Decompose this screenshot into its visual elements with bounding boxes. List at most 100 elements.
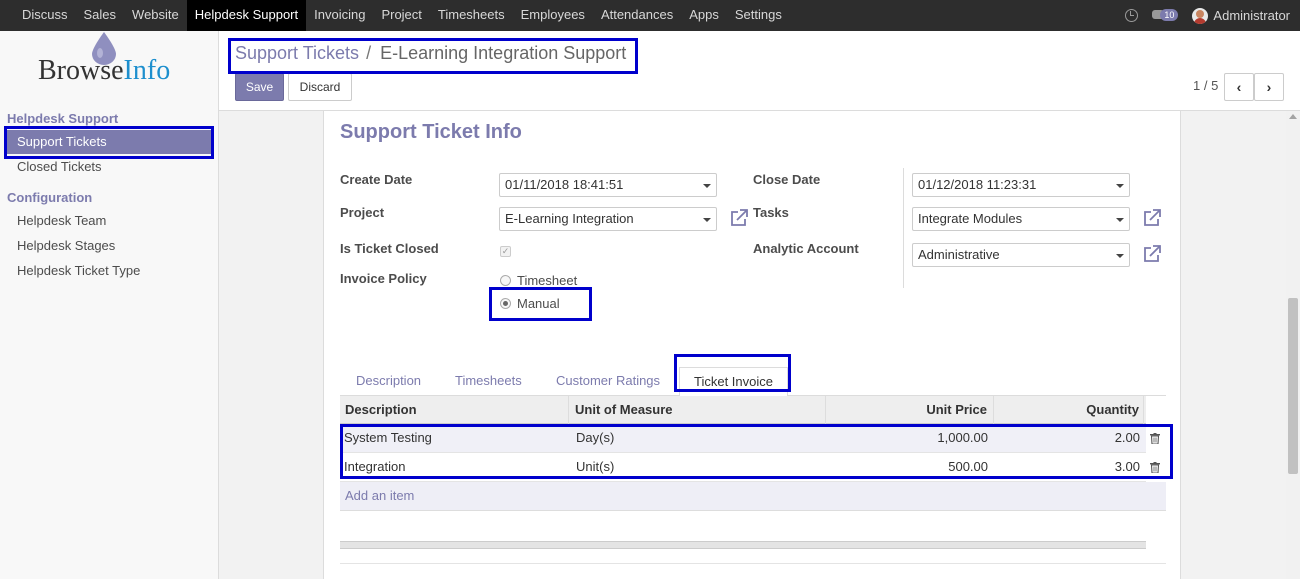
- menu-website[interactable]: Website: [124, 0, 187, 31]
- user-menu[interactable]: Administrator: [1192, 7, 1290, 24]
- cell-unit-price[interactable]: 500.00: [826, 453, 988, 481]
- caret-down-icon: [703, 218, 711, 222]
- menu-sales[interactable]: Sales: [76, 0, 125, 31]
- column-header-quantity[interactable]: Quantity: [994, 396, 1144, 424]
- caret-down-icon: [1116, 254, 1124, 258]
- menu-attendances[interactable]: Attendances: [593, 0, 681, 31]
- sidebar-section-helpdesk: Helpdesk Support: [7, 111, 119, 126]
- radio-manual-label: Manual: [517, 296, 560, 311]
- pager-next-button[interactable]: ›: [1254, 73, 1284, 101]
- breadcrumb-support-tickets[interactable]: Support Tickets: [235, 43, 359, 63]
- form-sheet: Support Ticket Info Create Date 01/11/20…: [323, 111, 1181, 579]
- vertical-scrollbar[interactable]: [1286, 111, 1300, 579]
- sheet-title: Support Ticket Info: [340, 121, 522, 143]
- chevron-left-icon: ‹: [1236, 79, 1242, 95]
- caret-down-icon: [1116, 184, 1124, 188]
- sidebar: BrowseInfo Helpdesk Support Support Tick…: [0, 31, 219, 579]
- top-navbar: Discuss Sales Website Helpdesk Support I…: [0, 0, 1300, 31]
- divider: [340, 563, 1166, 564]
- external-link-icon[interactable]: [1142, 244, 1162, 264]
- column-header-description[interactable]: Description: [340, 396, 569, 424]
- table-row[interactable]: Integration Unit(s) 500.00 3.00: [340, 453, 1146, 482]
- menu-employees[interactable]: Employees: [513, 0, 593, 31]
- tasks-label: Tasks: [753, 205, 789, 220]
- is-ticket-closed-label: Is Ticket Closed: [340, 241, 439, 256]
- invoice-table-header: Description Unit of Measure Unit Price Q…: [340, 396, 1146, 424]
- create-date-label: Create Date: [340, 172, 413, 187]
- create-date-field[interactable]: 01/11/2018 18:41:51: [499, 173, 717, 197]
- close-date-label: Close Date: [753, 172, 821, 187]
- caret-down-icon: [1116, 218, 1124, 222]
- sidebar-item-closed-tickets[interactable]: Closed Tickets: [7, 155, 214, 179]
- radio-timesheet-label: Timesheet: [517, 273, 578, 288]
- menu-invoicing[interactable]: Invoicing: [306, 0, 373, 31]
- logo-text: BrowseInfo: [38, 55, 171, 86]
- add-item-link[interactable]: Add an item: [345, 482, 414, 510]
- invoice-policy-label: Invoice Policy: [340, 271, 427, 286]
- menu-project[interactable]: Project: [373, 0, 429, 31]
- analytic-account-select[interactable]: Administrative: [912, 243, 1130, 267]
- add-item-row: Add an item: [340, 482, 1166, 511]
- tab-timesheets[interactable]: Timesheets: [455, 367, 522, 395]
- browseinfo-logo: BrowseInfo: [38, 31, 188, 91]
- external-link-icon[interactable]: [1142, 208, 1162, 228]
- clock-icon[interactable]: [1125, 9, 1139, 22]
- scroll-up-icon[interactable]: [1289, 114, 1297, 119]
- control-panel: Support Tickets / E-Learning Integration…: [219, 31, 1300, 111]
- sidebar-item-helpdesk-stages[interactable]: Helpdesk Stages: [7, 234, 214, 258]
- cell-description[interactable]: System Testing: [344, 424, 432, 452]
- radio-timesheet[interactable]: [500, 275, 511, 286]
- avatar: [1192, 7, 1209, 24]
- trash-icon[interactable]: [1150, 462, 1160, 473]
- breadcrumb: Support Tickets / E-Learning Integration…: [235, 43, 626, 64]
- messages-button[interactable]: 10: [1152, 8, 1179, 24]
- form-view: Support Ticket Info Create Date 01/11/20…: [219, 111, 1300, 579]
- external-link-icon[interactable]: [729, 208, 749, 228]
- sidebar-item-support-tickets[interactable]: Support Tickets: [7, 130, 214, 154]
- sidebar-item-helpdesk-ticket-type[interactable]: Helpdesk Ticket Type: [7, 259, 214, 283]
- column-header-unit-of-measure[interactable]: Unit of Measure: [569, 396, 826, 424]
- project-select[interactable]: E-Learning Integration: [499, 207, 717, 231]
- scrollbar-thumb[interactable]: [1288, 298, 1298, 474]
- breadcrumb-separator: /: [366, 43, 372, 63]
- trash-icon[interactable]: [1150, 433, 1160, 444]
- project-label: Project: [340, 205, 385, 220]
- tab-customer-ratings[interactable]: Customer Ratings: [556, 367, 660, 395]
- cell-unit-of-measure[interactable]: Unit(s): [576, 453, 614, 481]
- close-date-value: 01/12/2018 11:23:31: [918, 177, 1037, 192]
- cell-quantity[interactable]: 3.00: [994, 453, 1140, 481]
- menu-discuss[interactable]: Discuss: [14, 0, 76, 31]
- tab-description[interactable]: Description: [356, 367, 421, 395]
- pager-value[interactable]: 1 / 5: [1193, 78, 1218, 93]
- column-header-unit-price[interactable]: Unit Price: [826, 396, 994, 424]
- discard-button[interactable]: Discard: [288, 73, 352, 101]
- is-ticket-closed-checkbox[interactable]: ✓: [500, 246, 511, 257]
- caret-down-icon: [703, 184, 711, 188]
- tab-ticket-invoice[interactable]: Ticket Invoice: [679, 367, 788, 397]
- analytic-account-label: Analytic Account: [753, 241, 859, 256]
- cell-unit-price[interactable]: 1,000.00: [826, 424, 988, 452]
- radio-manual[interactable]: [500, 298, 511, 309]
- pager-previous-button[interactable]: ‹: [1224, 73, 1254, 101]
- messages-count-badge: 10: [1160, 8, 1179, 21]
- menu-settings[interactable]: Settings: [727, 0, 790, 31]
- cell-description[interactable]: Integration: [344, 453, 405, 481]
- menu-helpdesk-support[interactable]: Helpdesk Support: [186, 0, 307, 31]
- cell-quantity[interactable]: 2.00: [994, 424, 1140, 452]
- tasks-value: Integrate Modules: [918, 211, 1023, 226]
- chevron-right-icon: ›: [1266, 79, 1272, 95]
- column-divider: [903, 168, 904, 288]
- menu-apps[interactable]: Apps: [681, 0, 727, 31]
- analytic-account-value: Administrative: [918, 247, 1000, 262]
- sidebar-section-configuration: Configuration: [7, 190, 93, 205]
- project-value: E-Learning Integration: [505, 211, 634, 226]
- cell-unit-of-measure[interactable]: Day(s): [576, 424, 614, 452]
- sidebar-item-helpdesk-team[interactable]: Helpdesk Team: [7, 209, 214, 233]
- breadcrumb-current: E-Learning Integration Support: [380, 43, 627, 63]
- menu-timesheets[interactable]: Timesheets: [430, 0, 513, 31]
- close-date-field[interactable]: 01/12/2018 11:23:31: [912, 173, 1130, 197]
- systray: 10 Administrator: [1125, 0, 1290, 31]
- save-button[interactable]: Save: [235, 73, 284, 101]
- tasks-select[interactable]: Integrate Modules: [912, 207, 1130, 231]
- table-row[interactable]: System Testing Day(s) 1,000.00 2.00: [340, 424, 1146, 453]
